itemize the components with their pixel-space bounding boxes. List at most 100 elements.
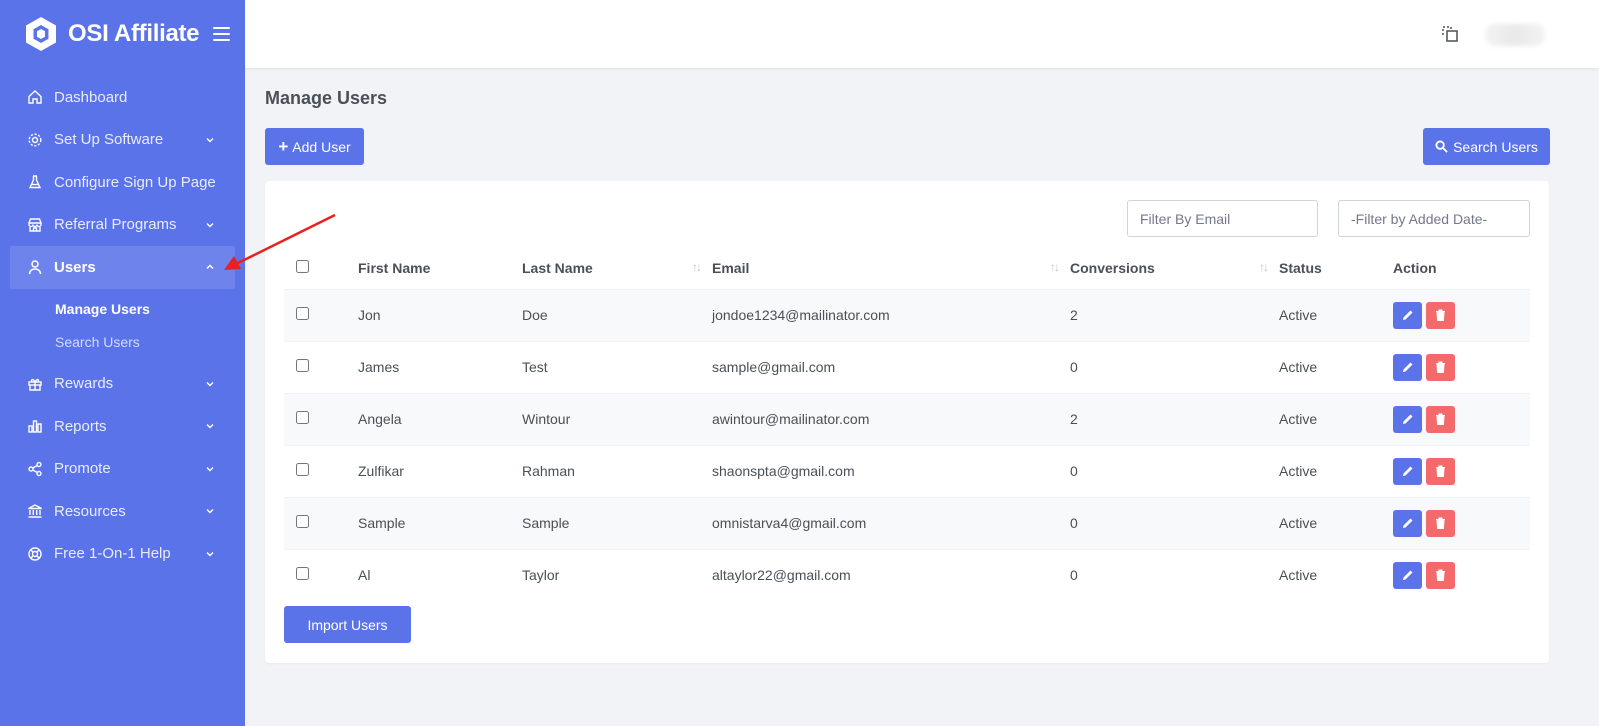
cell-conversions: 0 [1070,359,1078,375]
brand: OSI Affiliate [0,0,245,68]
sidebar-item-configure-sign-up-page[interactable]: Configure Sign Up Page [0,161,245,204]
pencil-icon [1402,518,1412,528]
sidebar-item-rewards[interactable]: Rewards [0,363,245,406]
filter-email-input[interactable] [1127,200,1318,237]
sort-icon[interactable]: ↑↓ [1259,260,1269,274]
delete-button[interactable] [1426,561,1455,589]
row-select-cell [284,341,358,393]
sidebar-item-label: Reports [54,417,107,435]
cell-email: shaonspta@gmail.com [712,463,855,479]
chevron-down-icon [206,381,214,387]
trash-icon [1436,569,1445,582]
cell-first-name: Angela [358,411,402,427]
sidebar-item-referral-programs[interactable]: Referral Programs [0,204,245,247]
cell-status: Active [1279,567,1318,584]
lifebuoy-icon [26,545,44,563]
header-label: Last Name [522,259,593,276]
pencil-icon [1402,310,1412,320]
table-row: Sample Sample omnistarva4@gmail.com 0 Ac… [284,497,1530,549]
sidebar-item-resources[interactable]: Resources [0,490,245,533]
sidebar-item-reports[interactable]: Reports [0,405,245,448]
cell-email: altaylor22@gmail.com [712,567,851,584]
row-checkbox[interactable] [296,515,309,528]
user-menu[interactable] [1485,24,1545,46]
sidebar-item-label: Configure Sign Up Page [54,173,216,191]
sidebar-item-label: Promote [54,460,111,478]
chevron-down-icon [206,137,214,143]
header-last-name[interactable]: Last Name ↑↓ [522,247,712,289]
cell-first-name: Jon [358,307,381,323]
cell-conversions: 2 [1070,307,1078,323]
sort-icon[interactable]: ↑↓ [1050,260,1060,274]
menu-toggle-icon[interactable] [213,27,231,41]
topbar [245,0,1599,68]
delete-button[interactable] [1426,509,1455,537]
users-table: First Name Last Name ↑↓ Email ↑↓ Conversio… [284,247,1530,601]
cell-status: Active [1279,411,1318,427]
gear-icon [26,131,44,149]
cell-status: Active [1279,359,1318,375]
cell-conversions: 0 [1070,463,1078,479]
header-action: Action [1393,247,1530,289]
cell-last-name: Test [522,359,548,375]
sidebar-item-free-help[interactable]: Free 1-On-1 Help [0,533,245,576]
header-first-name[interactable]: First Name [358,247,522,289]
table-row: James Test sample@gmail.com 0 Active [284,341,1530,393]
row-checkbox[interactable] [296,359,309,372]
cell-conversions: 0 [1070,515,1078,531]
chevron-down-icon [206,551,214,557]
filter-date-input[interactable] [1338,200,1530,237]
submenu-item-manage-users[interactable]: Manage Users [55,293,245,326]
delete-button[interactable] [1426,301,1455,329]
pencil-icon [1402,570,1412,581]
chevron-up-icon [206,264,214,270]
sidebar-item-set-up-software[interactable]: Set Up Software [0,119,245,162]
sidebar-item-label: Resources [54,502,126,520]
edit-button[interactable] [1393,353,1422,381]
cell-first-name: Sample [358,515,406,531]
delete-button[interactable] [1426,457,1455,485]
bank-icon [26,502,44,520]
cell-actions [1393,497,1530,549]
sidebar-item-dashboard[interactable]: Dashboard [0,76,245,119]
edit-button[interactable] [1393,509,1422,537]
row-checkbox[interactable] [296,567,309,581]
cell-last-name: Taylor [522,567,560,584]
row-checkbox[interactable] [296,307,309,320]
sidebar-item-users[interactable]: Users [10,246,235,289]
header-email[interactable]: Email ↑↓ [712,247,1070,289]
edit-button[interactable] [1393,405,1422,433]
search-icon [1435,140,1448,153]
header-label: Email [712,259,750,276]
search-users-button[interactable]: Search Users [1423,128,1550,165]
header-conversions[interactable]: Conversions ↑↓ [1070,247,1279,289]
submenu-item-search-users[interactable]: Search Users [55,326,245,359]
share-icon [26,460,44,478]
delete-button[interactable] [1426,405,1455,433]
cell-email: sample@gmail.com [712,359,836,375]
row-select-cell [284,549,358,601]
import-users-button[interactable]: Import Users [284,606,411,643]
sidebar-item-promote[interactable]: Promote [0,448,245,491]
cell-last-name: Wintour [522,411,571,427]
brand-name: OSI Affiliate [68,20,200,47]
cell-status: Active [1279,463,1318,479]
row-checkbox[interactable] [296,411,309,424]
user-icon [26,258,44,276]
chevron-down-icon [206,222,214,228]
cell-first-name: James [358,359,400,375]
row-checkbox[interactable] [296,463,309,476]
delete-button[interactable] [1426,353,1455,381]
sort-icon[interactable]: ↑↓ [692,260,702,274]
search-users-label: Search Users [1453,138,1538,155]
fullscreen-icon[interactable] [1440,24,1460,44]
row-select-cell [284,289,358,341]
edit-button[interactable] [1393,301,1422,329]
add-user-button[interactable]: + Add User [265,128,364,165]
plus-icon: + [278,137,289,156]
sidebar-nav: Dashboard Set Up Software Configure Sign… [0,76,245,575]
edit-button[interactable] [1393,457,1422,485]
cell-conversions: 0 [1070,567,1078,584]
table-body: Jon Doe jondoe1234@mailinator.com 2 Acti… [284,289,1530,601]
edit-button[interactable] [1393,561,1422,589]
